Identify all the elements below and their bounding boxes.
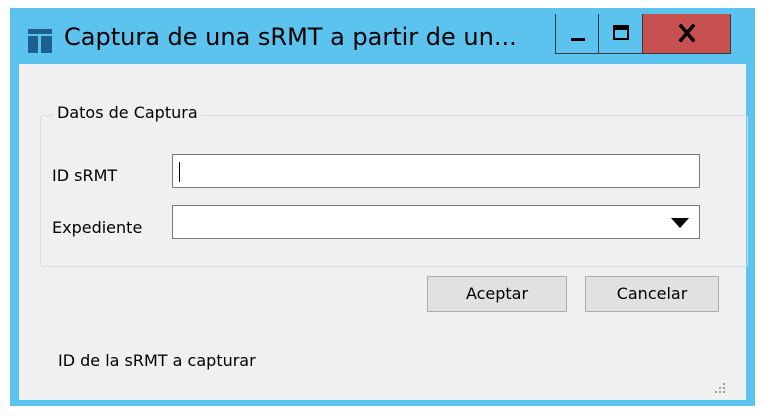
group-title: Datos de Captura bbox=[53, 103, 202, 123]
resize-grip-icon[interactable] bbox=[713, 381, 727, 395]
close-button[interactable] bbox=[643, 14, 731, 54]
dropdown-arrow-icon[interactable] bbox=[671, 218, 689, 228]
expediente-label: Expediente bbox=[52, 218, 143, 237]
id-srmt-label: ID sRMT bbox=[52, 166, 118, 185]
app-window-icon bbox=[28, 29, 52, 53]
minimize-icon bbox=[571, 38, 585, 41]
text-caret bbox=[179, 161, 180, 182]
capture-data-group bbox=[40, 115, 748, 267]
id-srmt-input[interactable] bbox=[172, 154, 700, 188]
maximize-icon bbox=[613, 25, 629, 40]
accept-button[interactable]: Aceptar bbox=[427, 276, 567, 312]
maximize-button[interactable] bbox=[599, 14, 643, 54]
dialog-body: Datos de Captura ID sRMT Expediente Acep… bbox=[19, 64, 748, 400]
window-title: Captura de una sRMT a partir de un... bbox=[64, 23, 517, 51]
close-icon bbox=[678, 23, 696, 43]
expediente-select[interactable] bbox=[172, 205, 700, 239]
dialog-window: Captura de una sRMT a partir de un... Da… bbox=[10, 8, 755, 406]
status-text: ID de la sRMT a capturar bbox=[58, 351, 256, 370]
minimize-button[interactable] bbox=[555, 14, 599, 54]
cancel-button[interactable]: Cancelar bbox=[585, 276, 719, 312]
title-bar[interactable]: Captura de una sRMT a partir de un... bbox=[10, 8, 755, 64]
